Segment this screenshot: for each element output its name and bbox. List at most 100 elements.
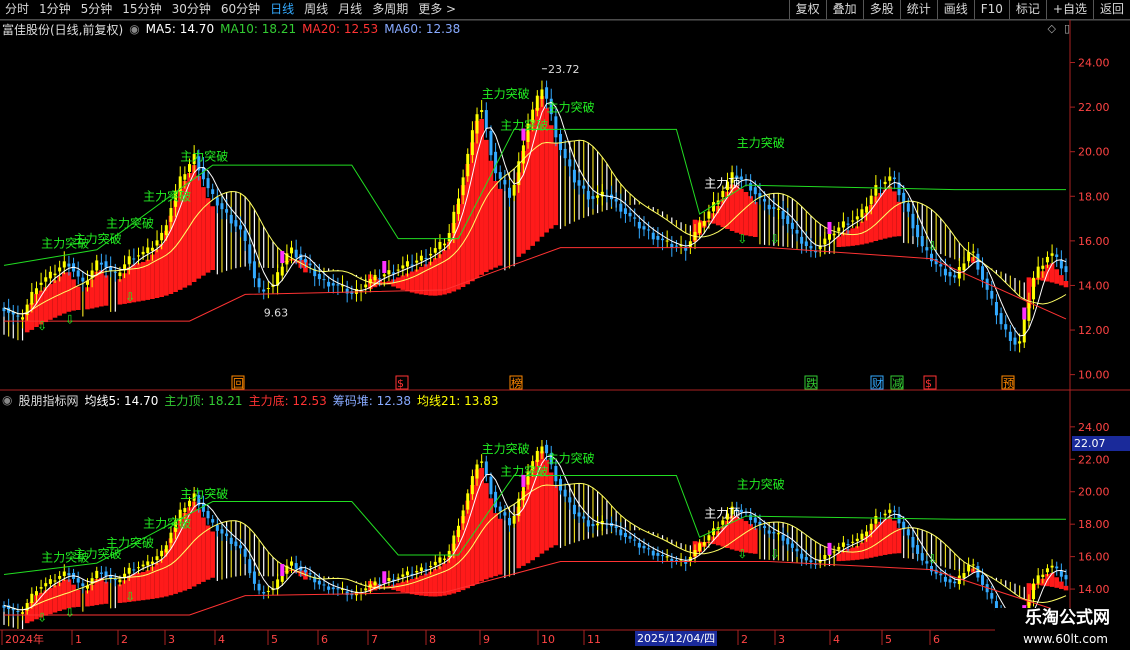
main-candle-body <box>795 229 799 234</box>
main-ma5-line <box>3 101 1067 337</box>
main-signal-label: 主力突破 <box>106 215 154 230</box>
period-7[interactable]: 周线 <box>299 0 333 19</box>
main-candle-body <box>869 195 873 205</box>
main-sell-arrow: ⇩ <box>737 232 747 246</box>
sub-signal-label: 主力突破 <box>482 441 530 456</box>
sub-candle-body <box>215 524 219 531</box>
sub-candle-body <box>860 533 864 540</box>
sub-candle-body <box>688 556 692 562</box>
toolbar-button-2[interactable]: 多股 <box>862 0 900 19</box>
sub-candle-body <box>554 466 558 482</box>
main-candle-body <box>392 272 396 274</box>
toolbar-button-4[interactable]: 画线 <box>936 0 974 19</box>
sub-candle-body <box>123 573 127 578</box>
toolbar-button-6[interactable]: 标记 <box>1008 0 1046 19</box>
main-candle-body <box>262 289 266 292</box>
sub-candle-body <box>674 560 678 562</box>
toolbar-button-3[interactable]: 统计 <box>899 0 937 19</box>
sub-candle-body <box>303 569 307 573</box>
toolbar-button-7[interactable]: +自选 <box>1045 0 1093 19</box>
stock-title[interactable]: 富佳股份(日线,前复权) <box>2 21 123 38</box>
period-2[interactable]: 5分钟 <box>76 0 118 19</box>
main-candle-body <box>531 109 535 123</box>
sub-y-tick-label: 16.00 <box>1078 551 1110 564</box>
sub-candle-body <box>132 569 136 571</box>
sub-candle-body <box>827 550 831 556</box>
sub-y-tick-label: 22.00 <box>1078 453 1110 466</box>
cursor-price-badge: 22.07 <box>1072 436 1130 451</box>
main-candle-body <box>911 213 915 229</box>
main-candle-body <box>665 240 669 242</box>
sub-candle-body <box>461 510 465 524</box>
period-8[interactable]: 月线 <box>333 0 367 19</box>
main-candle-body <box>76 270 80 277</box>
main-candle-body <box>674 245 678 247</box>
sub-candle-body <box>276 579 280 590</box>
event-mark-box <box>870 375 884 390</box>
sub-candle-body <box>25 603 29 611</box>
toolbar-button-1[interactable]: 叠加 <box>825 0 863 19</box>
x-tick-label: 3 <box>168 633 175 646</box>
sub-candle-body <box>526 471 530 485</box>
period-10[interactable]: 更多 > <box>413 0 461 19</box>
kline-chart[interactable]: 24.00 22.00 20.00 18.00 16.00 14.00 12.00 10.00… <box>0 0 1130 650</box>
toolbar-button-8[interactable]: 返回 <box>1092 0 1130 19</box>
main-candle-body <box>424 257 428 259</box>
main-candle-body <box>44 277 48 282</box>
period-5[interactable]: 60分钟 <box>216 0 265 19</box>
watermark-url: www.60lt.com <box>1023 632 1108 646</box>
sub-candle-body <box>772 532 776 534</box>
main-candle-body <box>99 262 103 265</box>
period-3[interactable]: 15分钟 <box>117 0 166 19</box>
sub-candle-body <box>257 583 261 591</box>
sub-candle-body <box>878 517 882 519</box>
period-6[interactable]: 日线 <box>265 0 299 19</box>
period-1[interactable]: 1分钟 <box>34 0 76 19</box>
diamond-icon[interactable]: ◇ <box>1047 22 1055 35</box>
main-candle-body <box>874 185 878 196</box>
sub-panel-title[interactable]: 股朋指标网 <box>18 392 78 409</box>
x-tick-label: 1 <box>75 633 82 646</box>
main-candle-body <box>684 246 688 251</box>
sub-candle-body <box>155 556 159 561</box>
main-candle-body <box>707 211 711 219</box>
sub-candle-body <box>1064 575 1068 580</box>
main-candle-body <box>776 208 780 210</box>
main-candle-body <box>95 260 99 271</box>
sub-sell-arrow: ⇩ <box>928 552 938 566</box>
main-candle-body <box>53 273 57 276</box>
main-candle-body <box>855 216 859 220</box>
main-candle-body <box>234 220 238 227</box>
main-candle-body <box>396 269 400 271</box>
sub-candle-body <box>378 583 382 585</box>
period-0[interactable]: 分时 <box>0 0 34 19</box>
main-candle-body <box>452 211 456 233</box>
period-selector: 分时 1分钟 5分钟 15分钟 30分钟 60分钟 日线 周线 月线 多周期 更多 > <box>0 0 461 19</box>
toolbar-button-5[interactable]: F10 <box>973 0 1009 19</box>
main-candle-body <box>763 198 767 202</box>
collapse-icon[interactable]: ◉ <box>129 22 139 36</box>
sub-candle-body <box>44 583 48 587</box>
toolbar-button-0[interactable]: 复权 <box>788 0 826 19</box>
event-mark-0: 回 <box>233 377 244 390</box>
main-candle-body <box>772 207 776 209</box>
sub-candle-body <box>855 538 859 542</box>
main-candle-body <box>902 192 906 204</box>
period-9[interactable]: 多周期 <box>367 0 413 19</box>
main-candle-body <box>563 148 567 159</box>
sub-candle-body <box>545 444 549 454</box>
sub-collapse-icon[interactable]: ◉ <box>2 393 12 407</box>
sub-candle-body <box>359 592 363 594</box>
sub-candle-body <box>16 610 20 612</box>
main-candle-body <box>800 236 804 244</box>
period-4[interactable]: 30分钟 <box>167 0 216 19</box>
main-candle-body <box>549 98 553 115</box>
main-candle-body <box>285 253 289 265</box>
main-candle-body <box>735 175 739 179</box>
indicator-value-2: MA20: 12.53 <box>302 22 379 36</box>
main-candle-body <box>415 260 419 263</box>
sub-candle-body <box>294 563 298 569</box>
panel-box-icon[interactable]: ▯ <box>1064 22 1070 35</box>
sub-candle-body <box>350 593 354 596</box>
sub-signal-label: 主力突破 <box>143 515 191 530</box>
